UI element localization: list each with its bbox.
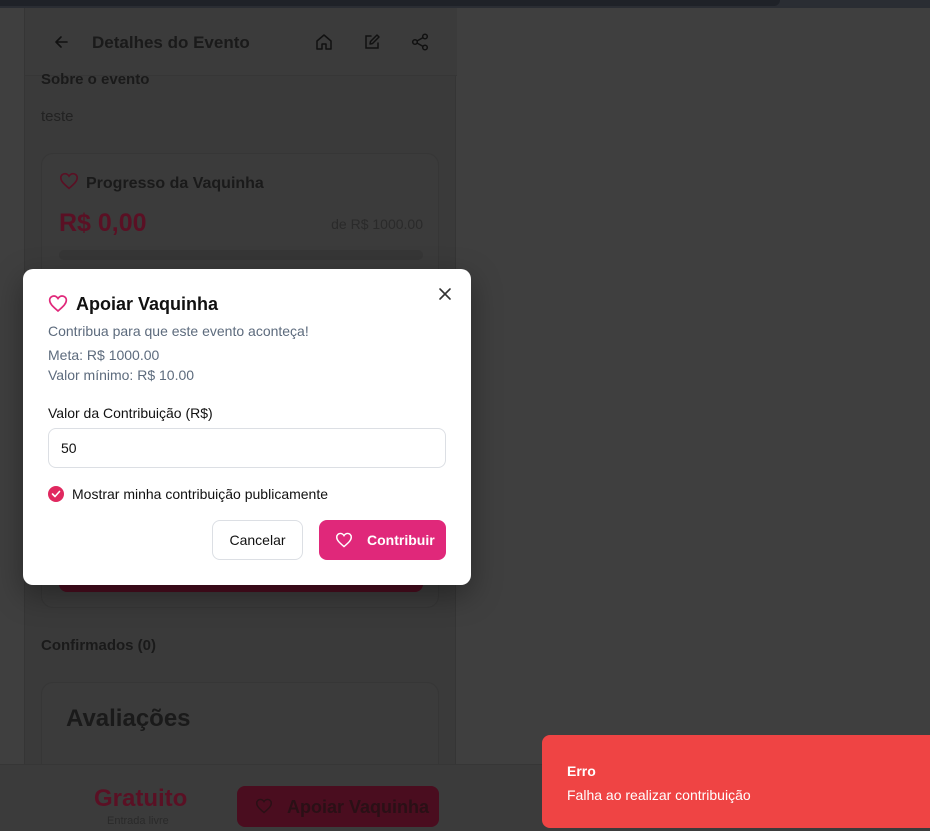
home-icon[interactable] <box>314 32 334 52</box>
dialog-minimum: Valor mínimo: R$ 10.00 <box>48 367 195 383</box>
amount-field-label: Valor da Contribuição (R$) <box>48 405 213 421</box>
support-vaquinha-button[interactable]: Apoiar Vaquinha <box>237 786 439 827</box>
about-text: teste <box>41 108 74 125</box>
edit-icon[interactable] <box>362 32 382 52</box>
heart-icon <box>335 532 353 548</box>
contribute-button[interactable]: Contribuir <box>319 520 446 560</box>
dialog-goal: Meta: R$ 1000.00 <box>48 347 160 363</box>
price-subtitle: Entrada livre <box>107 815 169 827</box>
public-contribution-checkbox[interactable] <box>48 486 64 502</box>
toast-title: Erro <box>567 763 596 779</box>
dialog-description: Contribua para que este evento aconteça! <box>48 323 309 339</box>
toast-message: Falha ao realizar contribuição <box>567 787 751 803</box>
goal-amount: de R$ 1000.00 <box>331 216 423 232</box>
dialog-title: Apoiar Vaquinha <box>76 294 219 314</box>
close-icon[interactable] <box>437 286 453 302</box>
browser-top-strip <box>0 0 930 8</box>
browser-top-strip-inner <box>0 0 780 6</box>
heart-icon <box>255 798 273 814</box>
amount-input[interactable] <box>48 428 446 468</box>
vaquinha-card-title: Progresso da Vaquinha <box>86 175 264 192</box>
support-button-label: Apoiar Vaquinha <box>287 797 430 817</box>
back-arrow-icon[interactable] <box>53 32 69 52</box>
about-title: Sobre o evento <box>41 71 150 88</box>
share-icon[interactable] <box>410 32 430 52</box>
contribute-button-label: Contribuir <box>367 532 435 548</box>
page-title: Detalhes do Evento <box>92 33 250 52</box>
heart-icon <box>59 172 79 190</box>
progress-bar <box>59 250 423 260</box>
support-vaquinha-dialog: Apoiar Vaquinha Contribua para que este … <box>23 269 471 585</box>
error-toast[interactable]: Erro Falha ao realizar contribuição <box>542 735 930 828</box>
price-label: Gratuito <box>94 785 188 812</box>
cancel-button[interactable]: Cancelar <box>212 520 303 560</box>
public-contribution-label[interactable]: Mostrar minha contribuição publicamente <box>72 486 328 502</box>
confirmed-title: Confirmados (0) <box>41 637 157 654</box>
page-header: Detalhes do Evento <box>25 8 457 76</box>
raised-amount: R$ 0,00 <box>59 209 147 237</box>
heart-icon <box>48 295 68 313</box>
check-icon <box>51 490 61 498</box>
reviews-title: Avaliações <box>66 705 191 732</box>
